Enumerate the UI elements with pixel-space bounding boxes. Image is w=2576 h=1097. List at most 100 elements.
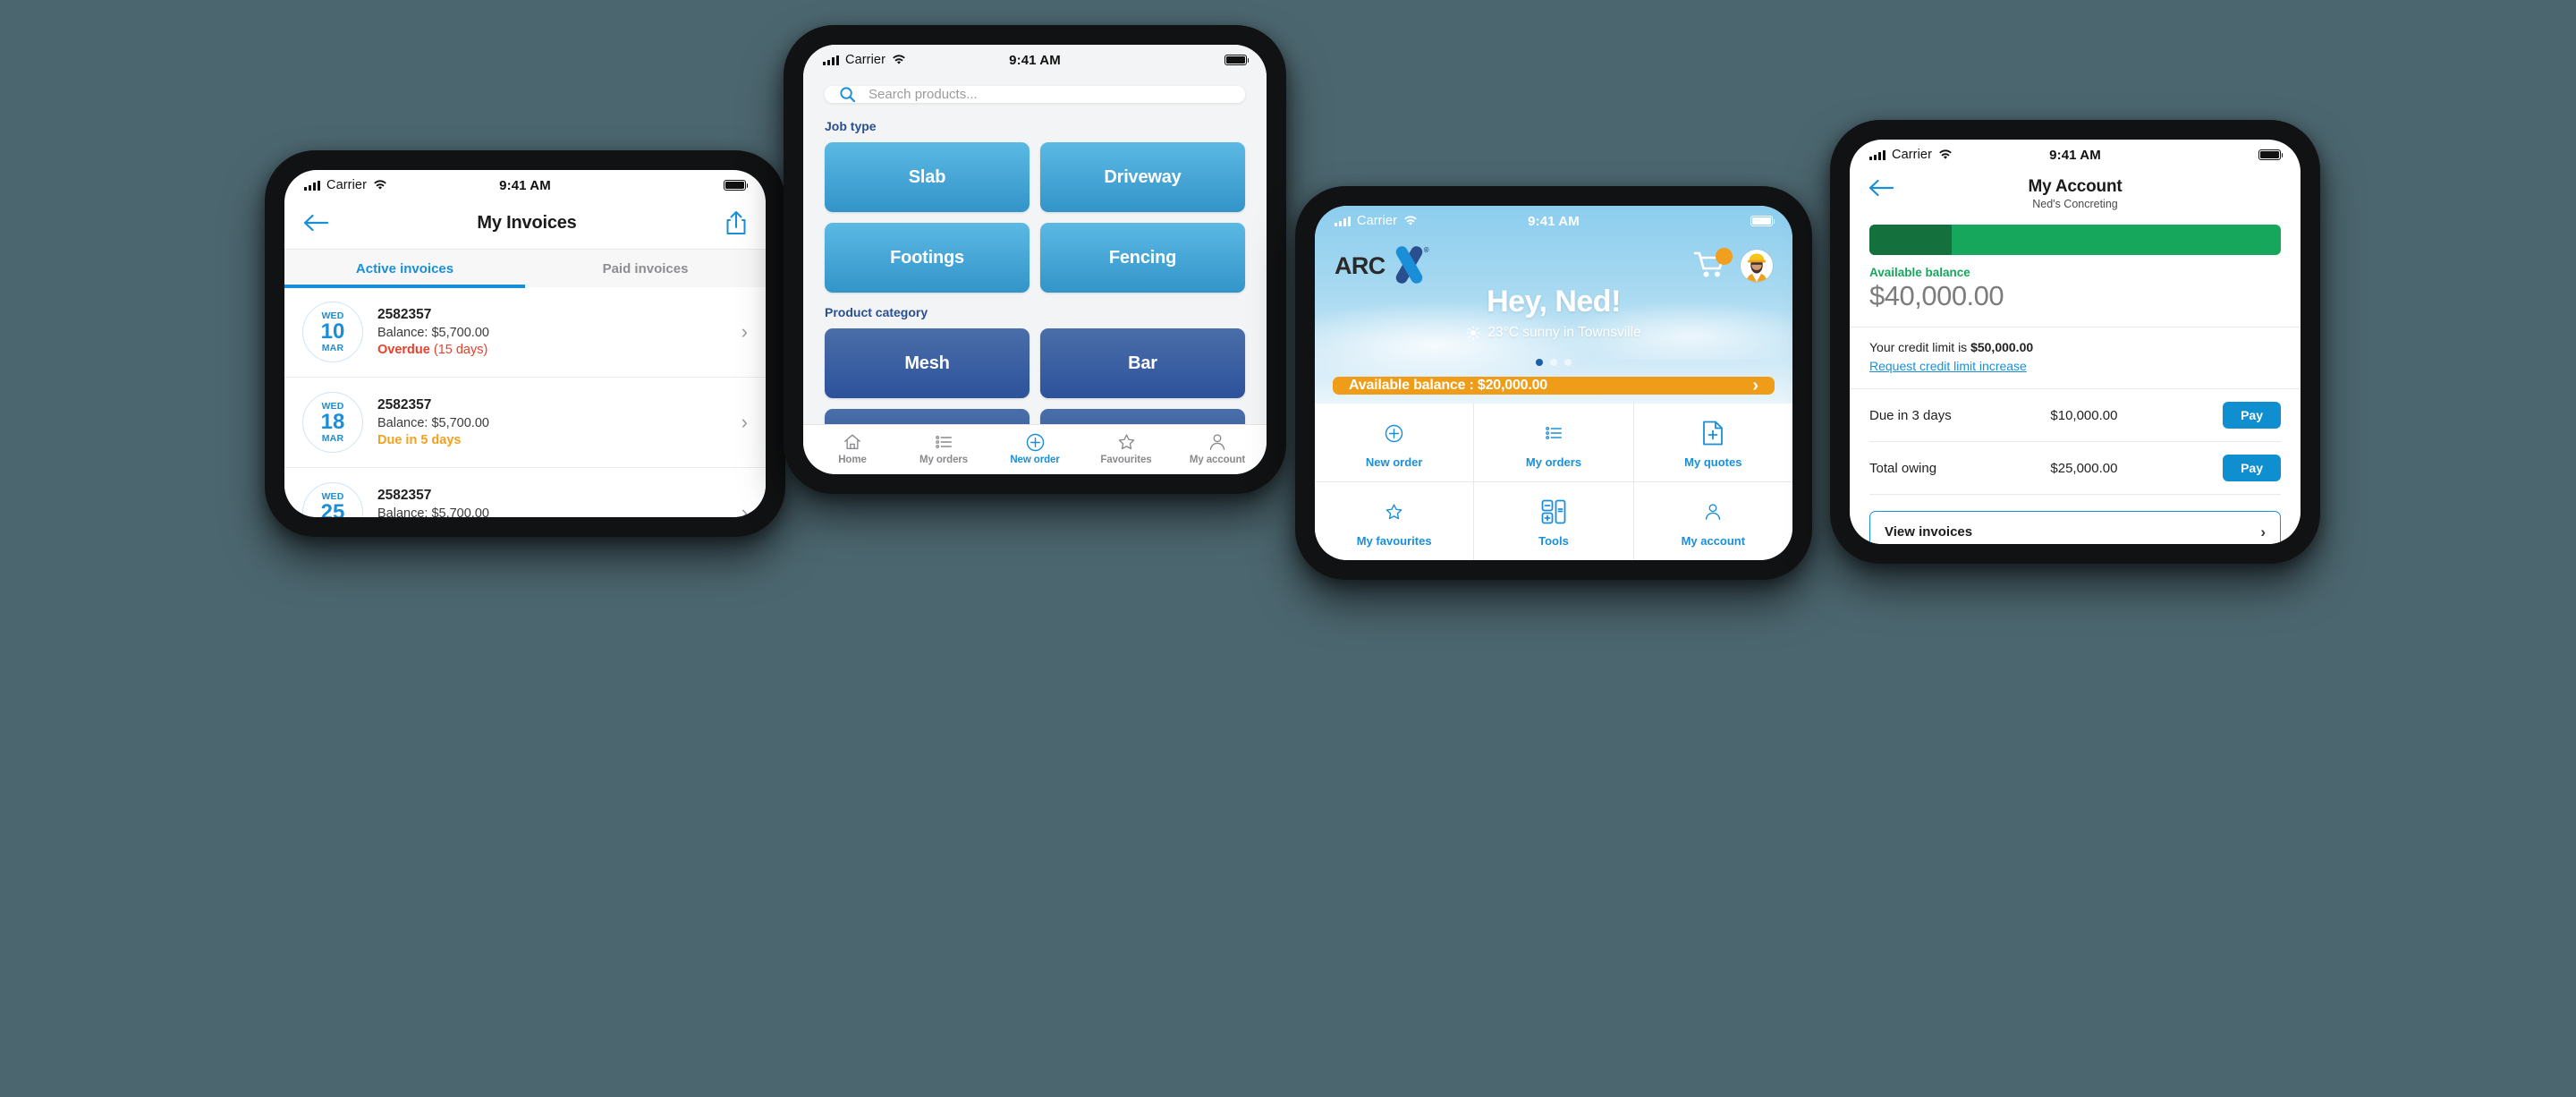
status-right [1750,216,1775,226]
credit-used-segment [1869,225,1952,255]
phone3-screen: Carrier 9:41 AM ARC ® Hey, Ned! 23°C sun… [1315,206,1792,560]
user-avatar-icon[interactable] [1741,250,1773,282]
phone1-tabs: Active invoices Paid invoices [284,249,766,288]
account-amount-rows: Due in 3 days $10,000.00 Pay Total owing $25… [1850,389,2301,495]
quick-action-my-favourites[interactable]: My favourites [1315,482,1474,560]
plus-circle-icon [1025,432,1046,452]
category-tile-accessories[interactable]: Accessories [1040,409,1245,424]
invoice-balance: Balance: $5,700.00 [377,326,489,340]
quick-action-tools[interactable]: Tools [1474,482,1633,560]
category-tile-cages[interactable]: Cages [825,409,1030,424]
invoice-date-badge: WED 10 MAR [302,302,363,362]
quick-action-label: My orders [1525,455,1582,469]
page-title: My Account [2028,177,2123,196]
pay-button[interactable]: Pay [2223,402,2281,429]
quick-action-label: My account [1681,534,1746,548]
weather-text: 23°C sunny in Townsville [1487,325,1641,340]
invoice-details: 2582357 Balance: $5,700.00 Due in 5 days [377,397,727,447]
carrier-label: Carrier [326,178,368,192]
search-bar[interactable] [825,86,1245,103]
invoice-number: 2582357 [377,307,432,322]
account-row: Total owing $25,000.00 Pay [1869,442,2281,495]
wifi-icon [893,55,905,64]
invoice-row[interactable]: WED 25 MAR 2582357 Balance: $5,700.00 Du… [284,468,766,517]
quick-action-my-quotes[interactable]: My quotes [1633,404,1792,481]
credit-limit-text: Your credit limit is $50,000.00 [1869,340,2281,354]
plus-circle-icon [1384,418,1404,448]
phone1-status-bar: Carrier 9:41 AM [284,170,766,200]
greeting-text: Hey, Ned! [1487,285,1621,319]
back-arrow-icon[interactable] [302,212,329,234]
quick-action-new-order[interactable]: New order [1315,404,1474,481]
category-tile-driveway[interactable]: Driveway [1040,142,1245,212]
tab-new-order[interactable]: New order [989,432,1080,465]
tile-grid: MeshBar Cages Accessories [825,328,1245,424]
quick-action-my-orders[interactable]: My orders [1474,404,1633,481]
invoice-row[interactable]: WED 18 MAR 2582357 Balance: $5,700.00 Du… [284,378,766,468]
share-icon[interactable] [724,209,748,236]
tab-my-account[interactable]: My account [1172,432,1263,465]
category-tile-slab[interactable]: Slab [825,142,1030,212]
account-name: Ned's Concreting [2032,198,2118,210]
available-balance-label: Available balance [1869,266,1970,279]
tab-my-orders[interactable]: My orders [898,432,989,465]
view-invoices-button[interactable]: View invoices › [1869,511,2281,544]
carousel-dot[interactable] [1564,359,1572,366]
row-label: Total owing [1869,460,1937,476]
star-icon [1116,432,1137,452]
carousel-dot[interactable] [1536,359,1543,366]
list-icon [934,432,953,452]
tab-active-invoices[interactable]: Active invoices [284,250,525,288]
category-tile-bar[interactable]: Bar [1040,328,1245,398]
quick-action-my-account[interactable]: My account [1633,482,1792,560]
home-hero: Carrier 9:41 AM ARC ® Hey, Ned! 23°C sun… [1315,206,1792,404]
carrier-label: Carrier [1357,214,1398,228]
carousel-dot[interactable] [1550,359,1557,366]
available-balance-banner[interactable]: Available balance : $20,000.00 › [1333,377,1775,395]
calculator-icon [1541,497,1566,527]
chevron-right-icon: › [2260,523,2266,540]
wifi-icon [1404,216,1417,225]
tab-favourites[interactable]: Favourites [1080,432,1172,465]
phone1-screen: Carrier 9:41 AM My Invoices Active invoi… [284,170,766,517]
phone2-bottom-tabbar: Home My orders New order Favourites My accou… [803,424,1267,474]
phone2-status-bar: Carrier 9:41 AM [803,45,1267,75]
search-icon [840,87,856,103]
cellular-signal-icon [1869,149,1885,160]
home-icon [843,432,862,452]
tab-paid-invoices[interactable]: Paid invoices [525,250,766,287]
home-quick-actions-grid: New order My orders My quotes My favourites… [1315,404,1792,560]
status-left: Carrier [823,53,906,67]
invoice-date-badge: WED 18 MAR [302,392,363,453]
document-plus-icon [1701,418,1724,448]
invoice-number: 2582357 [377,397,432,412]
category-tile-footings[interactable]: Footings [825,223,1030,293]
pay-button[interactable]: Pay [2223,455,2281,481]
category-tile-fencing[interactable]: Fencing [1040,223,1245,293]
cellular-signal-icon [823,55,839,65]
date-day: 25 [320,500,345,517]
invoice-details: 2582357 Balance: $5,700.00 Due on 25/04/… [377,488,727,517]
quick-action-label: Tools [1538,534,1569,548]
wifi-icon [374,180,386,190]
tab-label: Home [838,455,867,465]
category-tile-mesh[interactable]: Mesh [825,328,1030,398]
home-greeting-block: Hey, Ned! 23°C sunny in Townsville [1315,285,1792,344]
home-actions [1693,248,1773,282]
battery-icon [2258,149,2284,160]
tab-home[interactable]: Home [807,432,898,465]
available-balance-label: Available balance : $20,000.00 [1349,378,1547,393]
chevron-right-icon: › [741,320,748,343]
search-input[interactable] [867,86,1231,103]
carrier-label: Carrier [845,53,886,67]
status-right [1224,55,1250,65]
credit-limit-prefix: Your credit limit is [1869,340,1971,354]
arc-wordmark: ARC [1335,251,1385,279]
invoice-row[interactable]: WED 10 MAR 2582357 Balance: $5,700.00 Ov… [284,287,766,378]
invoice-number: 2582357 [377,488,432,503]
carousel-dots[interactable] [1315,359,1792,366]
shopping-cart-icon[interactable] [1693,248,1733,281]
phone2-screen: Carrier 9:41 AM Search products... Job t… [803,45,1267,474]
request-credit-increase-link[interactable]: Request credit limit increase [1869,359,2027,373]
tile-grid: Slab Driveway Footings Fencing [825,142,1245,293]
